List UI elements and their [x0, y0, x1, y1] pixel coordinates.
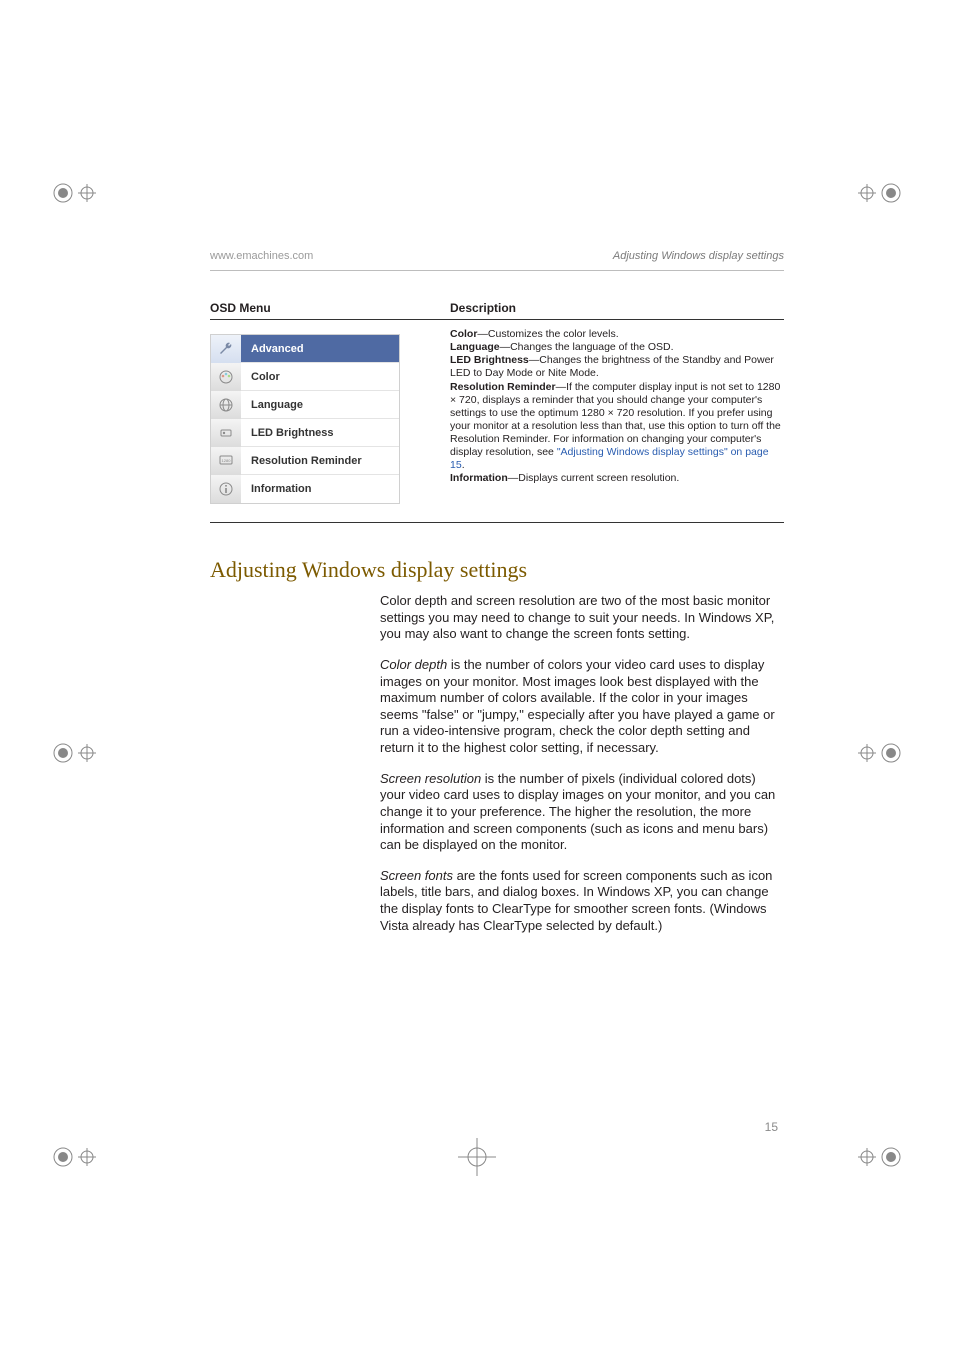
body-paragraph: Color depth and screen resolution are tw… — [380, 593, 780, 643]
term-led-brightness: LED Brightness — [450, 354, 529, 366]
globe-icon — [211, 391, 241, 419]
osd-item-language: Language — [211, 391, 399, 419]
led-icon — [211, 419, 241, 447]
running-header: www.emachines.com Adjusting Windows disp… — [210, 250, 784, 262]
term-language: Language — [450, 341, 500, 353]
registration-mark — [858, 730, 904, 776]
registration-mark — [454, 1134, 500, 1180]
body-paragraph: Screen fonts are the fonts used for scre… — [380, 868, 780, 935]
osd-item-label: LED Brightness — [241, 427, 399, 439]
table-header-osd-menu: OSD Menu — [210, 301, 450, 315]
osd-description-text: Color—Customizes the color levels. Langu… — [450, 328, 784, 504]
osd-item-label: Resolution Reminder — [241, 455, 399, 467]
osd-item-advanced: Advanced — [211, 335, 399, 363]
page-number: 15 — [765, 1120, 778, 1134]
header-rule — [210, 270, 784, 271]
term-screen-resolution: Screen resolution — [380, 771, 481, 786]
registration-mark — [50, 170, 96, 216]
registration-mark — [858, 1134, 904, 1180]
osd-item-label: Advanced — [241, 343, 399, 355]
osd-item-color: Color — [211, 363, 399, 391]
term-resolution-reminder: Resolution Reminder — [450, 381, 556, 393]
osd-menu-screenshot: Advanced Color Language LED Brightn — [210, 334, 400, 504]
registration-mark — [858, 170, 904, 216]
term-color: Color — [450, 328, 477, 340]
body-paragraph: Screen resolution is the number of pixel… — [380, 771, 780, 854]
header-url: www.emachines.com — [210, 250, 313, 262]
page-content: www.emachines.com Adjusting Windows disp… — [150, 210, 804, 1140]
osd-item-label: Language — [241, 399, 399, 411]
registration-mark — [50, 730, 96, 776]
body-paragraph: Color depth is the number of colors your… — [380, 657, 780, 757]
table-header-description: Description — [450, 301, 784, 315]
osd-description-table: OSD Menu Description Advanced Color — [210, 301, 784, 523]
text: —Customizes the color levels. — [477, 328, 618, 340]
resolution-icon: 1280 — [211, 447, 241, 475]
term-color-depth: Color depth — [380, 657, 447, 672]
osd-item-information: Information — [211, 475, 399, 503]
osd-item-resolution-reminder: 1280 Resolution Reminder — [211, 447, 399, 475]
osd-item-label: Color — [241, 371, 399, 383]
osd-item-led-brightness: LED Brightness — [211, 419, 399, 447]
svg-text:1280: 1280 — [222, 458, 232, 463]
registration-mark — [50, 1134, 96, 1180]
text: —Displays current screen resolution. — [508, 472, 680, 484]
palette-icon — [211, 363, 241, 391]
text: —Changes the language of the OSD. — [500, 341, 674, 353]
term-screen-fonts: Screen fonts — [380, 868, 453, 883]
info-icon — [211, 475, 241, 503]
osd-item-label: Information — [241, 483, 399, 495]
text: . — [462, 459, 465, 471]
header-section-title: Adjusting Windows display settings — [613, 250, 784, 262]
wrench-icon — [211, 335, 241, 363]
section-heading: Adjusting Windows display settings — [210, 557, 784, 583]
term-information: Information — [450, 472, 508, 484]
